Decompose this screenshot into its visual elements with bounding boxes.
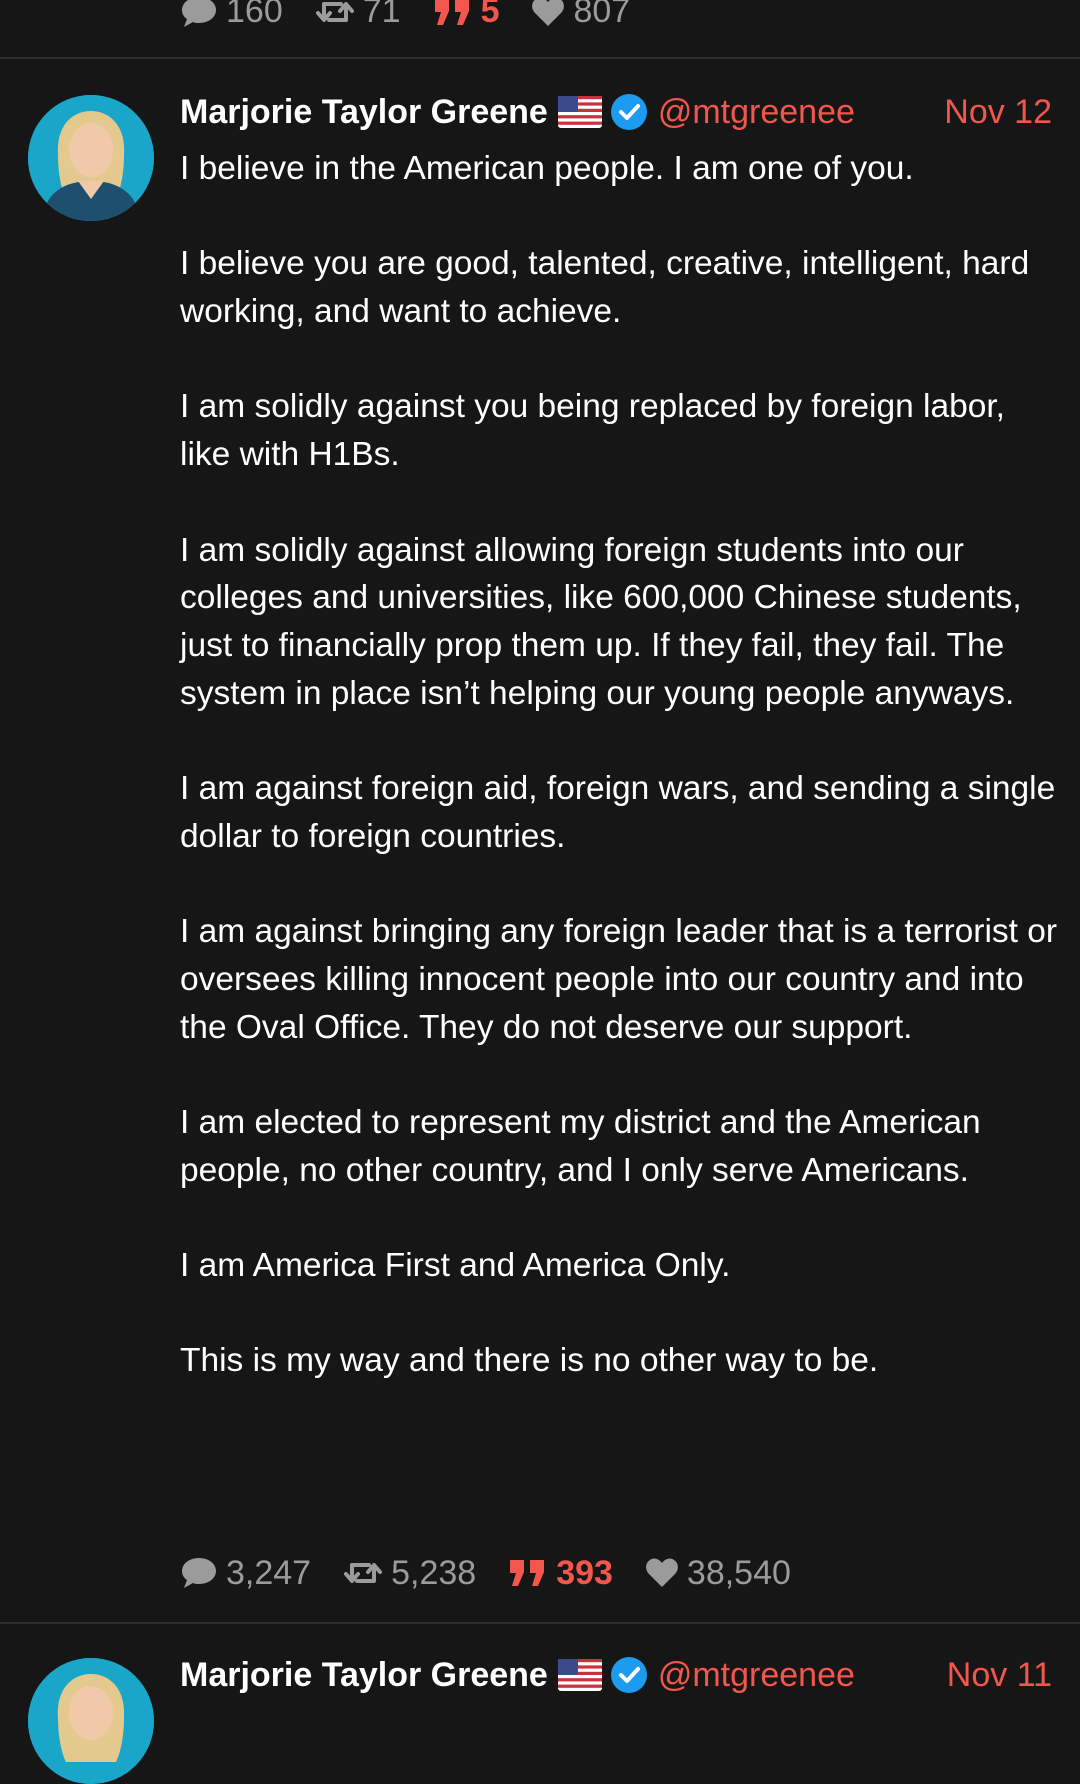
- reply-count: 3,247: [226, 1553, 312, 1592]
- reply-button[interactable]: 3,247: [180, 1554, 311, 1593]
- repost-count: 5,238: [391, 1553, 477, 1592]
- next-post-header: Marjorie Taylor Greene @mtgreenee Nov 11: [180, 1652, 1052, 1698]
- post-paragraph: I am against bringing any foreign leader…: [180, 913, 1058, 1046]
- post-paragraph: I am solidly against you being replaced …: [180, 388, 1005, 474]
- repost-icon: [315, 0, 355, 29]
- author-handle[interactable]: @mtgreenee: [658, 93, 855, 132]
- heart-icon: [531, 0, 565, 28]
- like-button[interactable]: 38,540: [645, 1554, 791, 1593]
- reply-count: 160: [226, 0, 283, 30]
- repost-button[interactable]: 71: [315, 0, 401, 31]
- quote-count: 5: [480, 0, 500, 30]
- post-paragraph: This is my way and there is no other way…: [180, 1342, 879, 1380]
- post-paragraph: I believe in the American people. I am o…: [180, 150, 914, 187]
- post-date[interactable]: Nov 12: [944, 93, 1052, 132]
- heart-icon: [645, 1557, 679, 1589]
- verified-badge-icon: [610, 1656, 648, 1694]
- quote-button[interactable]: 393: [508, 1554, 613, 1593]
- author-handle[interactable]: @mtgreenee: [658, 1656, 855, 1695]
- quote-count: 393: [556, 1553, 613, 1592]
- prev-post-stats: 160 71 5 807: [180, 0, 662, 31]
- post-body: I believe in the American people. I am o…: [180, 145, 1060, 1385]
- like-count: 807: [573, 0, 631, 30]
- repost-icon: [343, 1556, 383, 1590]
- quote-icon: [508, 1558, 548, 1588]
- post-divider: [0, 1622, 1080, 1624]
- post-header: Marjorie Taylor Greene @mtgreenee Nov 12: [180, 89, 1052, 135]
- avatar[interactable]: [28, 1658, 154, 1784]
- us-flag-icon: [557, 1659, 602, 1691]
- post-stats: 3,247 5,238 393 38,540: [180, 1550, 823, 1596]
- reply-button[interactable]: 160: [180, 0, 283, 31]
- us-flag-icon: [557, 96, 602, 128]
- avatar[interactable]: [28, 95, 154, 221]
- like-count: 38,540: [686, 1553, 791, 1592]
- post-paragraph: I am elected to represent my district an…: [180, 1103, 981, 1189]
- post-paragraph: I am solidly against allowing foreign st…: [180, 531, 1022, 712]
- quote-icon: [433, 0, 473, 27]
- post-divider: [0, 57, 1080, 59]
- like-button[interactable]: 807: [531, 0, 630, 31]
- speech-bubble-icon: [180, 0, 218, 29]
- speech-bubble-icon: [180, 1556, 218, 1590]
- quote-button[interactable]: 5: [433, 0, 500, 31]
- post-paragraph: I am America First and America Only.: [180, 1247, 731, 1285]
- author-name[interactable]: Marjorie Taylor Greene: [180, 93, 548, 132]
- repost-button[interactable]: 5,238: [343, 1554, 476, 1593]
- verified-badge-icon: [610, 93, 648, 131]
- post-paragraph: I am against foreign aid, foreign wars, …: [180, 770, 1056, 855]
- post-paragraph: I believe you are good, talented, creati…: [180, 245, 1030, 331]
- post-date[interactable]: Nov 11: [947, 1656, 1052, 1695]
- author-name[interactable]: Marjorie Taylor Greene: [180, 1656, 548, 1695]
- repost-count: 71: [362, 0, 401, 30]
